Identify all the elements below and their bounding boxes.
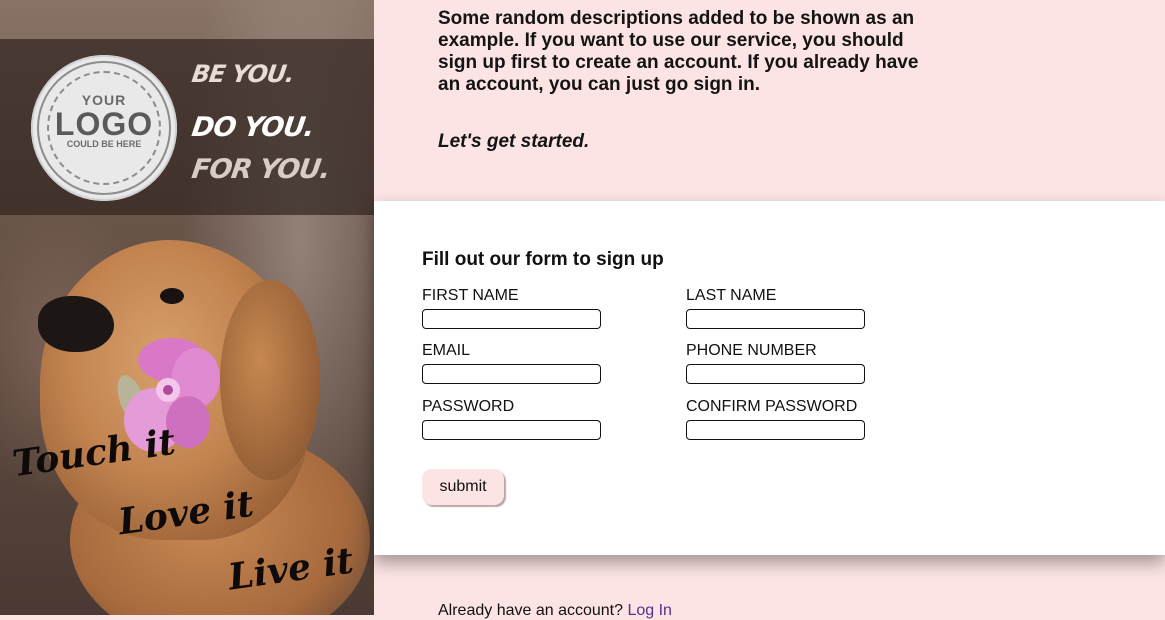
logo: YOUR LOGO COULD BE HERE (31, 55, 177, 201)
login-link[interactable]: Log In (627, 602, 671, 619)
first-name-field-group: FIRST NAME (422, 287, 601, 329)
login-prompt-text: Already have an account? (438, 602, 624, 619)
signup-form-card: Fill out our form to sign up FIRST NAME … (374, 201, 1165, 555)
hero-image-panel: YOUR LOGO COULD BE HERE BE YOU. DO YOU. … (0, 0, 374, 615)
confirm-password-input[interactable] (686, 420, 865, 440)
email-label: EMAIL (422, 342, 471, 359)
phone-input[interactable] (686, 364, 865, 384)
email-field-group: EMAIL (422, 342, 601, 384)
dog-nose (38, 296, 114, 352)
logo-text-bottom: COULD BE HERE (66, 139, 142, 149)
last-name-input[interactable] (686, 309, 865, 329)
last-name-label: LAST NAME (686, 287, 777, 304)
dog-ear (220, 280, 320, 480)
form-title: Fill out our form to sign up (422, 249, 664, 270)
last-name-field-group: LAST NAME (686, 287, 865, 329)
slogan-be-you: BE YOU. (190, 60, 296, 88)
email-input[interactable] (422, 364, 601, 384)
intro-description: Some random descriptions added to be sho… (438, 8, 919, 95)
slogan-for-you: FOR YOU. (189, 154, 332, 185)
logo-text-main: LOGO (54, 106, 154, 142)
confirm-password-field-group: CONFIRM PASSWORD (686, 398, 865, 440)
password-label: PASSWORD (422, 398, 515, 415)
password-field-group: PASSWORD (422, 398, 601, 440)
intro-cta: Let's get started. (438, 131, 590, 152)
first-name-label: FIRST NAME (422, 287, 519, 304)
phone-field-group: PHONE NUMBER (686, 342, 865, 384)
intro-section: Some random descriptions added to be sho… (438, 8, 938, 152)
dog-eye (160, 288, 184, 304)
confirm-password-label: CONFIRM PASSWORD (686, 398, 858, 415)
slogan-do-you: DO YOU. (189, 112, 316, 143)
password-input[interactable] (422, 420, 601, 440)
login-prompt: Already have an account? Log In (438, 602, 672, 620)
submit-button[interactable]: submit (422, 469, 504, 505)
phone-label: PHONE NUMBER (686, 342, 817, 359)
first-name-input[interactable] (422, 309, 601, 329)
